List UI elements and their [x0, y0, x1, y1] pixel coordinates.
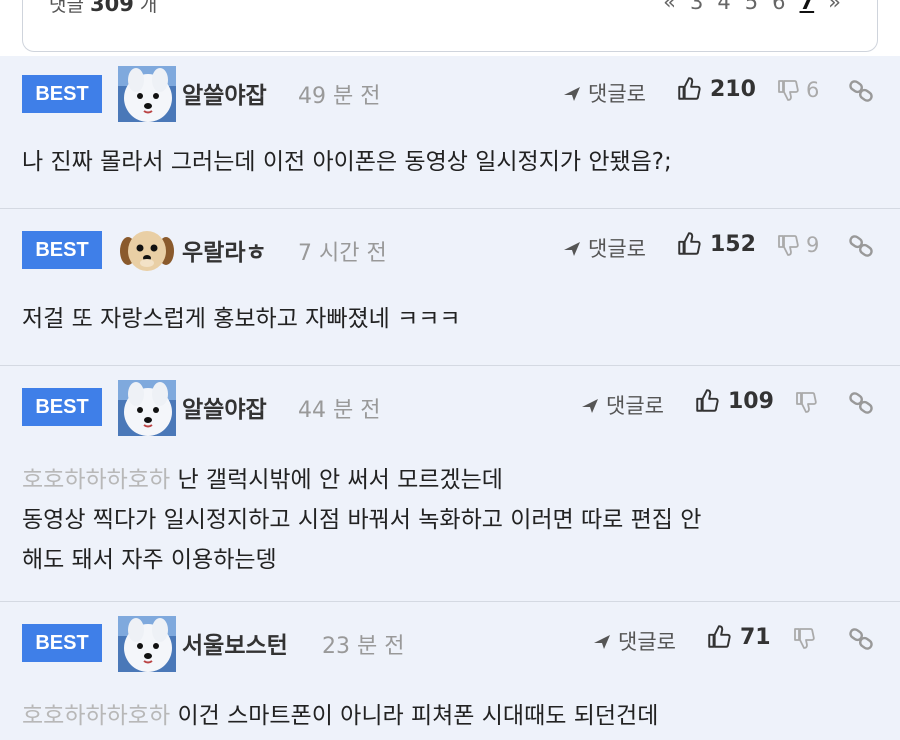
like-count: 210	[710, 76, 756, 102]
dislike-button[interactable]: 9	[776, 233, 819, 257]
dislike-count: 9	[806, 233, 820, 257]
reply-button[interactable]: 댓글로	[580, 390, 664, 420]
comment-item: BEST 알쓸야잡 49 분 전 댓글로 210 6 나 진짜 몰라서 그러는데…	[0, 56, 900, 209]
thumbs-down-icon	[776, 78, 800, 102]
best-badge: BEST	[22, 624, 102, 662]
nickname[interactable]: 우랄라ㅎ	[182, 233, 267, 267]
pagination-bar: 댓글 309 개 « 3 4 5 6 7 »	[0, 0, 900, 56]
comment-line-with-mention: 호호하하하호하 이건 스마트폰이 아니라 피쳐폰 시대때도 되던건데	[22, 696, 658, 736]
comment-line: 해도 돼서 자주 이용하는뎅	[22, 547, 277, 573]
current-page[interactable]: 7	[800, 0, 815, 14]
nickname[interactable]: 알쓸야잡	[182, 76, 267, 110]
avatar[interactable]	[118, 616, 176, 672]
nickname[interactable]: 서울보스턴	[182, 626, 288, 660]
comment-line: 동영상 찍다가 일시정지하고 시점 바꿔서 녹화하고 이러면 따로 편집 안	[22, 507, 702, 533]
thumbs-up-icon	[676, 76, 702, 102]
share-link-icon[interactable]	[848, 626, 874, 652]
dislike-count: 6	[806, 78, 820, 102]
comment-item: BEST 서울보스턴 23 분 전 댓글로 71 호호하하하호하 이건 스마트폰…	[0, 602, 900, 740]
best-badge: BEST	[22, 231, 102, 269]
share-link-icon[interactable]	[848, 390, 874, 416]
like-count: 109	[728, 388, 774, 414]
mention[interactable]: 호호하하하호하	[22, 703, 170, 729]
reply-button[interactable]: 댓글로	[562, 78, 646, 108]
next-page-button[interactable]: »	[828, 0, 841, 14]
reply-label: 댓글로	[618, 630, 676, 654]
comment-body: 호호하하하호하 난 갤럭시밖에 안 써서 모르겠는데 동영상 찍다가 일시정지하…	[22, 460, 701, 580]
pagination-box: 댓글 309 개 « 3 4 5 6 7 »	[22, 0, 878, 52]
like-button[interactable]: 210	[676, 76, 756, 102]
pager: « 3 4 5 6 7 »	[663, 0, 841, 14]
reply-button[interactable]: 댓글로	[592, 626, 676, 656]
comment-line: 이건 스마트폰이 아니라 피쳐폰 시대때도 되던건데	[177, 703, 659, 729]
page-link[interactable]: 4	[717, 0, 730, 14]
share-link-icon[interactable]	[848, 233, 874, 259]
comment-body: 저걸 또 자랑스럽게 홍보하고 자빠졌네 ㅋㅋㅋ	[22, 299, 461, 339]
comment-line: 난 갤럭시밖에 안 써서 모르겠는데	[177, 467, 503, 493]
timestamp: 49 분 전	[298, 84, 381, 109]
dislike-button[interactable]	[792, 626, 822, 650]
comment-line: 저걸 또 자랑스럽게 홍보하고 자빠졌네 ㅋㅋㅋ	[22, 306, 461, 332]
best-badge: BEST	[22, 75, 102, 113]
reply-arrow-icon	[562, 83, 582, 103]
timestamp: 7 시간 전	[298, 241, 387, 266]
thumbs-up-icon	[694, 388, 720, 414]
comment-count-label: 댓글	[49, 0, 84, 16]
thumbs-down-icon	[794, 390, 818, 414]
avatar[interactable]	[118, 66, 176, 122]
like-button[interactable]: 152	[676, 231, 756, 257]
comment-body: 나 진짜 몰라서 그러는데 이전 아이폰은 동영상 일시정지가 안됐음?;	[22, 142, 672, 182]
prev-page-button[interactable]: «	[663, 0, 676, 14]
avatar[interactable]	[118, 223, 176, 279]
nickname[interactable]: 알쓸야잡	[182, 390, 267, 424]
page-link[interactable]: 6	[772, 0, 785, 14]
thumbs-down-icon	[792, 626, 816, 650]
reply-button[interactable]: 댓글로	[562, 233, 646, 263]
reply-label: 댓글로	[588, 82, 646, 106]
thumbs-up-icon	[676, 231, 702, 257]
share-link-icon[interactable]	[848, 78, 874, 104]
thumbs-down-icon	[776, 233, 800, 257]
comment-body: 호호하하하호하 이건 스마트폰이 아니라 피쳐폰 시대때도 되던건데	[22, 696, 658, 736]
timestamp: 44 분 전	[298, 398, 381, 423]
timestamp: 23 분 전	[322, 634, 405, 659]
comment-count: 댓글 309 개	[49, 0, 157, 17]
reply-arrow-icon	[580, 395, 600, 415]
like-count: 71	[740, 624, 771, 650]
comment-item: BEST 알쓸야잡 44 분 전 댓글로 109 호호하하하호하 난 갤럭시밖에…	[0, 366, 900, 602]
like-count: 152	[710, 231, 756, 257]
reply-label: 댓글로	[588, 237, 646, 261]
comment-line: 나 진짜 몰라서 그러는데 이전 아이폰은 동영상 일시정지가 안됐음?;	[22, 149, 672, 175]
page-link[interactable]: 5	[745, 0, 758, 14]
best-badge: BEST	[22, 388, 102, 426]
thumbs-up-icon	[706, 624, 732, 650]
dislike-button[interactable]: 6	[776, 78, 819, 102]
comment-item: BEST 우랄라ㅎ 7 시간 전 댓글로 152 9 저걸 또 자랑스럽게 홍보…	[0, 209, 900, 366]
comment-count-value: 309	[90, 0, 134, 16]
dislike-button[interactable]	[794, 390, 824, 414]
page-link[interactable]: 3	[690, 0, 703, 14]
reply-label: 댓글로	[606, 394, 664, 418]
like-button[interactable]: 109	[694, 388, 774, 414]
reply-arrow-icon	[592, 631, 612, 651]
comment-count-unit: 개	[139, 0, 158, 16]
reply-arrow-icon	[562, 238, 582, 258]
like-button[interactable]: 71	[706, 624, 771, 650]
comment-line-with-mention: 호호하하하호하 난 갤럭시밖에 안 써서 모르겠는데	[22, 460, 701, 500]
avatar[interactable]	[118, 380, 176, 436]
mention[interactable]: 호호하하하호하	[22, 467, 170, 493]
